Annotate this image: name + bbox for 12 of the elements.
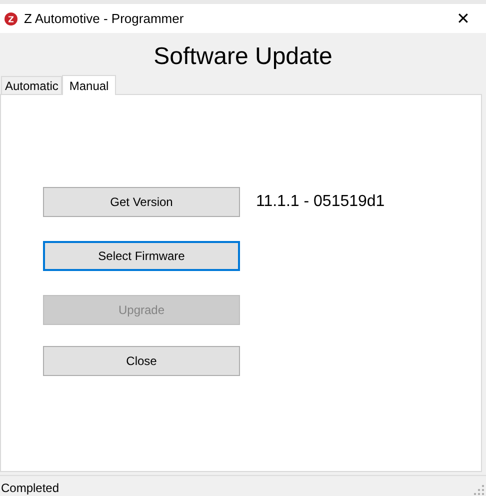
- action-button[interactable]: Select Firmware: [43, 241, 240, 271]
- action-button[interactable]: Close: [43, 346, 240, 376]
- page-heading: Software Update: [154, 42, 332, 72]
- size-grip-icon: [474, 485, 484, 495]
- tab[interactable]: Automatic: [1, 76, 62, 94]
- close-button[interactable]: ✕: [440, 4, 486, 33]
- tab[interactable]: Manual: [62, 75, 116, 95]
- status-text: Completed: [1, 481, 60, 495]
- action-button[interactable]: Get Version: [43, 187, 240, 217]
- app-logo-icon: [4, 12, 18, 26]
- version-label: 11.1.1 - 051519d1: [256, 193, 386, 211]
- window-title: Z Automotive - Programmer: [24, 11, 185, 26]
